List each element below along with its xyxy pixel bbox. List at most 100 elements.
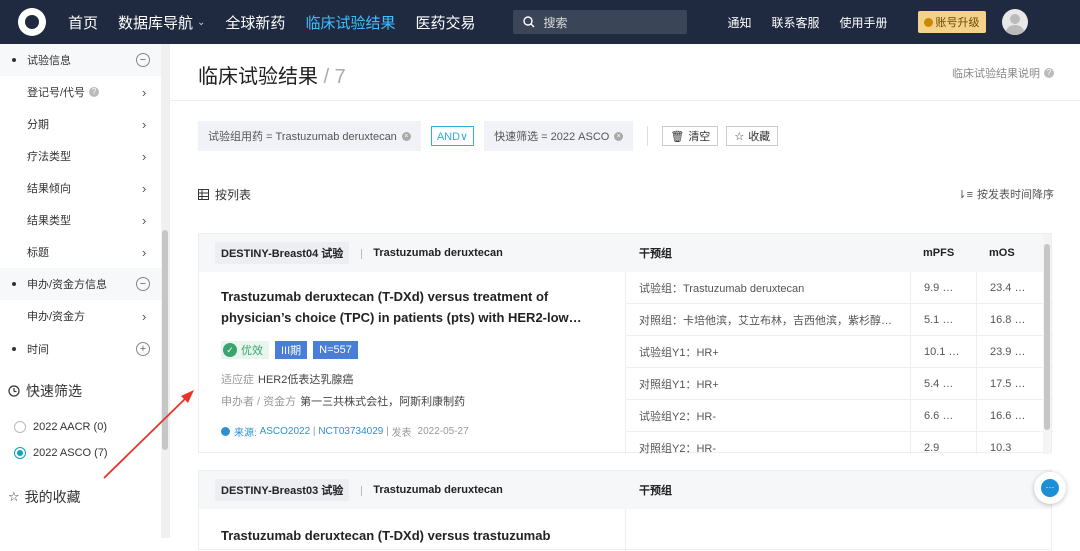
result-title[interactable]: Trastuzumab deruxtecan (T-DXd) versus tr…	[221, 525, 611, 546]
option-label: 2022 ASCO	[33, 447, 92, 459]
sidebar-item-label: 申办/资金方	[27, 311, 86, 323]
drug-name[interactable]: Trastuzumab deruxtecan	[361, 484, 503, 496]
star-icon: ☆	[734, 130, 745, 143]
quick-option-aacr[interactable]: 2022 AACR (0)	[0, 414, 169, 440]
collapse-icon[interactable]: −	[136, 53, 150, 67]
column-header-mos: mOS	[989, 247, 1015, 259]
group-cell: 对照组：卡培他滨，艾立布林，吉西他滨，紫杉醇…	[639, 314, 892, 327]
expand-icon[interactable]: +	[136, 342, 150, 356]
sidebar-group-label: 时间	[27, 344, 49, 356]
sponsor-label: 申办者 / 资金方	[221, 396, 297, 408]
trial-name[interactable]: DESTINY-Breast04 试验	[215, 242, 350, 264]
efficacy-label: 优效	[241, 345, 263, 357]
nct-link[interactable]: NCT03734029	[318, 426, 383, 437]
filter-chip-drug[interactable]: 试验组用药 = Trastuzumab deruxtecan ×	[198, 121, 421, 151]
sidebar-item-title[interactable]: 标题 ›	[0, 236, 169, 268]
favorite-button[interactable]: ☆ 收藏	[726, 126, 779, 146]
source-link[interactable]: ASCO2022	[260, 426, 311, 437]
close-icon[interactable]: ×	[614, 131, 624, 141]
table-row[interactable]: 对照组：卡培他滨，艾立布林，吉西他滨，紫杉醇… 5.1 … 16.8 …	[626, 304, 1053, 336]
nav-deals[interactable]: 医药交易	[415, 12, 475, 33]
close-icon[interactable]: ×	[401, 131, 411, 141]
sidebar-item-phase[interactable]: 分期 ›	[0, 108, 169, 140]
nav-home[interactable]: 首页	[68, 12, 98, 33]
sidebar-item-label: 疗法类型	[27, 151, 71, 163]
table-row[interactable]: 试验组Y2：HR- 6.6 … 16.6 …	[626, 400, 1053, 432]
avatar[interactable]	[1001, 9, 1028, 35]
pub-date: 2022-05-27	[417, 426, 469, 437]
sidebar-group-sponsor-info[interactable]: 申办/资金方信息 −	[0, 268, 169, 300]
sidebar-item-registration[interactable]: 登记号/代号? ›	[0, 76, 169, 108]
help-icon[interactable]: ?	[89, 87, 100, 97]
table-scrollbar[interactable]	[1043, 234, 1051, 454]
scrollbar-thumb[interactable]	[162, 230, 168, 450]
sort-dropdown[interactable]: ⇂≡ 按发表时间降序	[957, 186, 1054, 202]
top-nav: 首页 数据库导航 ⌄ 全球新药 临床试验结果 医药交易 搜索 通知 联系客服 使用…	[0, 0, 1080, 44]
filter-chip-quick[interactable]: 快速筛选 = 2022 ASCO ×	[484, 121, 634, 151]
table-row[interactable]: 试验组Y1：HR+ 10.1 … 23.9 …	[626, 336, 1053, 368]
favorites-title[interactable]: ☆ 我的收藏	[0, 484, 169, 510]
card-header: DESTINY-Breast03 试验 Trastuzumab deruxtec…	[199, 471, 1051, 509]
sidebar-item-sponsor[interactable]: 申办/资金方 ›	[0, 300, 169, 332]
chat-button[interactable]: ···	[1034, 472, 1066, 504]
sidebar-group-time[interactable]: 时间 +	[0, 332, 169, 366]
option-count: (0)	[93, 421, 107, 433]
mos-cell: 10.3	[990, 441, 1012, 454]
scrollbar-thumb[interactable]	[1044, 244, 1050, 430]
table-row[interactable]: 试验组：Trastuzumab deruxtecan 9.9 … 23.4 …	[626, 272, 1053, 304]
clear-label: 清空	[688, 131, 711, 143]
search-placeholder: 搜索	[543, 15, 568, 30]
table-row[interactable]: 对照组Y1：HR+ 5.4 … 17.5 …	[626, 368, 1053, 400]
sidebar-scrollbar[interactable]	[161, 44, 169, 538]
result-title[interactable]: Trastuzumab deruxtecan (T-DXd) versus tr…	[221, 286, 611, 328]
trial-name[interactable]: DESTINY-Breast03 试验	[215, 479, 350, 501]
sidebar-item-label: 分期	[27, 119, 49, 131]
mos-cell: 17.5 …	[990, 377, 1026, 390]
sidebar-item-label: 标题	[27, 247, 49, 259]
sidebar-group-trial-info[interactable]: 试验信息 −	[0, 44, 169, 76]
logic-and-dropdown[interactable]: AND∨	[430, 126, 475, 146]
column-header-mpfs: mPFS	[923, 247, 955, 259]
separator: |	[310, 426, 319, 437]
view-toggle[interactable]: 按列表	[198, 186, 251, 203]
sponsor-value: 第一三共株式会社，阿斯利康制药	[300, 396, 466, 408]
mpfs-cell: 10.1 …	[924, 345, 960, 358]
clear-button[interactable]: 🗑 清空	[662, 126, 719, 146]
radio-unchecked[interactable]	[14, 421, 26, 433]
drug-name[interactable]: Trastuzumab deruxtecan	[361, 247, 503, 259]
result-count: / 7	[323, 66, 346, 88]
help-icon: ?	[1044, 68, 1054, 78]
sidebar-item-result-trend[interactable]: 结果倾向 ›	[0, 172, 169, 204]
collapse-icon[interactable]: −	[136, 277, 150, 291]
sidebar-item-therapy-type[interactable]: 疗法类型 ›	[0, 140, 169, 172]
quick-option-asco[interactable]: 2022 ASCO (7)	[0, 440, 169, 466]
nav-database[interactable]: 数据库导航 ⌄	[118, 12, 205, 33]
upgrade-button[interactable]: 账号升级	[917, 11, 986, 33]
nav-clinical-results[interactable]: 临床试验结果	[305, 12, 395, 33]
option-count: (7)	[94, 447, 108, 459]
main-content: 临床试验结果 / 7 临床试验结果说明? 试验组用药 = Trastuzumab…	[170, 44, 1080, 551]
card-summary: Trastuzumab deruxtecan (T-DXd) versus tr…	[199, 272, 625, 454]
source-label: 来源:	[234, 428, 257, 439]
help-link[interactable]: 临床试验结果说明?	[952, 65, 1054, 81]
support-link[interactable]: 联系客服	[771, 14, 819, 31]
favorites-title-label: 我的收藏	[24, 489, 81, 505]
radio-checked[interactable]	[14, 447, 26, 459]
mpfs-cell: 5.4 …	[924, 377, 954, 390]
chevron-right-icon: ›	[142, 180, 147, 196]
quick-filter-title: 快速筛选	[0, 378, 169, 404]
card-header: DESTINY-Breast04 试验 Trastuzumab deruxtec…	[199, 234, 1051, 272]
sidebar-item-result-type[interactable]: 结果类型 ›	[0, 204, 169, 236]
check-icon: ✓	[223, 343, 237, 357]
search-input[interactable]: 搜索	[513, 10, 688, 34]
result-table: 试验组：Trastuzumab deruxtecan 9.9 … 23.4 … 对照…	[625, 272, 1053, 454]
table-row[interactable]: 对照组Y2：HR- 2.9 10.3	[626, 432, 1053, 455]
upgrade-label: 账号升级	[935, 17, 980, 29]
logo[interactable]	[18, 8, 46, 36]
sidebar-item-label: 结果类型	[27, 215, 71, 227]
mpfs-cell: 2.9	[924, 441, 940, 454]
chevron-right-icon: ›	[142, 244, 147, 260]
manual-link[interactable]: 使用手册	[840, 14, 888, 31]
notifications-link[interactable]: 通知	[727, 14, 751, 31]
nav-global-drugs[interactable]: 全球新药	[225, 12, 285, 33]
